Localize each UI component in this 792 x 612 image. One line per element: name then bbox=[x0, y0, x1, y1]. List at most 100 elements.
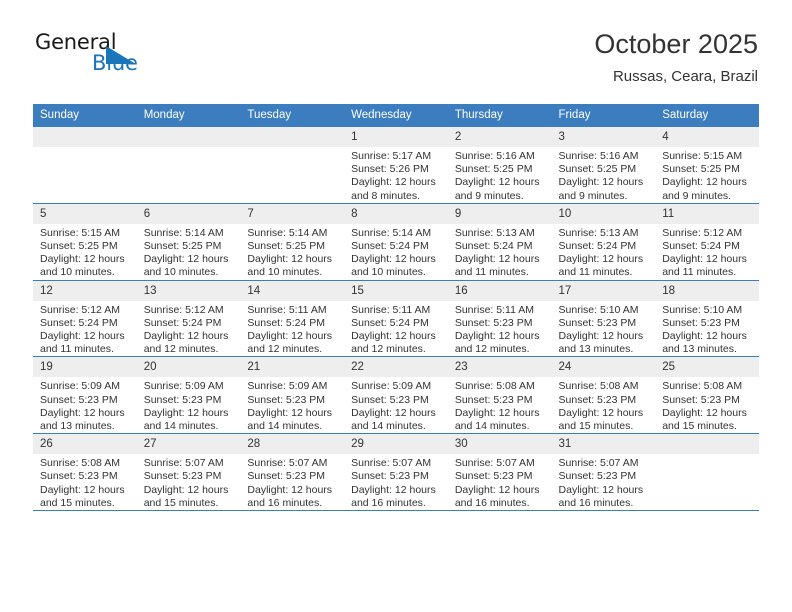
page-subtitle: Russas, Ceara, Brazil bbox=[612, 68, 758, 85]
calendar-day-cell-empty bbox=[33, 127, 137, 204]
day-sun-info: Sunrise: 5:14 AM Sunset: 5:25 PM Daylight:… bbox=[137, 224, 241, 280]
day-number: 7 bbox=[240, 203, 345, 224]
day-number: 14 bbox=[240, 280, 345, 301]
day-number: 9 bbox=[447, 203, 552, 224]
calendar-day-cell[interactable]: 29 Sunrise: 5:07 AM Sunset: 5:23 PM Dayligh… bbox=[344, 433, 448, 512]
calendar-day-cell[interactable]: 8 Sunrise: 5:14 AM Sunset: 5:24 PM Daylight… bbox=[344, 203, 448, 281]
sunset-time: Sunset: 5:23 PM bbox=[40, 393, 118, 406]
calendar-day-cell[interactable]: 11 Sunrise: 5:12 AM Sunset: 5:24 PM Dayligh… bbox=[655, 203, 759, 281]
calendar-body: 1 Sunrise: 5:17 AM Sunset: 5:26 PM Daylight… bbox=[33, 127, 759, 512]
calendar-day-cell[interactable]: 27 Sunrise: 5:07 AM Sunset: 5:23 PM Dayligh… bbox=[136, 433, 241, 512]
sunset-time: Sunset: 5:23 PM bbox=[662, 393, 740, 406]
calendar-day-cell[interactable]: 7 Sunrise: 5:14 AM Sunset: 5:25 PM Daylight… bbox=[240, 203, 345, 281]
page-title: October 2025 bbox=[594, 29, 758, 59]
calendar-day-cell[interactable]: 14 Sunrise: 5:11 AM Sunset: 5:24 PM Dayligh… bbox=[240, 280, 345, 358]
day-number: 19 bbox=[33, 357, 137, 378]
daylight-duration: Daylight: 12 hours and 11 minutes. bbox=[558, 253, 644, 279]
daylight-duration: Daylight: 12 hours and 11 minutes. bbox=[454, 253, 540, 279]
day-number: 29 bbox=[344, 434, 448, 455]
weekday-header-wednesday: Wednesday bbox=[344, 104, 448, 127]
sunset-time: Sunset: 5:24 PM bbox=[40, 316, 118, 329]
daylight-duration: Daylight: 12 hours and 13 minutes. bbox=[558, 330, 644, 356]
day-number: 16 bbox=[447, 280, 552, 301]
calendar-day-cell[interactable]: 23 Sunrise: 5:08 AM Sunset: 5:23 PM Dayligh… bbox=[447, 356, 552, 435]
day-sun-info: Sunrise: 5:14 AM Sunset: 5:24 PM Daylight:… bbox=[344, 224, 448, 280]
daylight-duration: Daylight: 12 hours and 10 minutes. bbox=[143, 253, 229, 279]
sunset-time: Sunset: 5:26 PM bbox=[351, 163, 429, 176]
day-sun-info: Sunrise: 5:08 AM Sunset: 5:23 PM Daylight:… bbox=[552, 377, 656, 433]
sunrise-time: Sunrise: 5:07 AM bbox=[558, 457, 639, 470]
day-sun-info: Sunrise: 5:09 AM Sunset: 5:23 PM Daylight:… bbox=[344, 377, 448, 433]
sunrise-time: Sunrise: 5:09 AM bbox=[40, 380, 120, 393]
logo-text-blue: Blue bbox=[92, 51, 138, 75]
daylight-duration: Daylight: 12 hours and 12 minutes. bbox=[454, 330, 540, 356]
calendar-day-cell[interactable]: 31 Sunrise: 5:07 AM Sunset: 5:23 PM Dayligh… bbox=[551, 433, 656, 512]
daylight-duration: Daylight: 12 hours and 15 minutes. bbox=[662, 406, 747, 433]
calendar-day-cell[interactable]: 1 Sunrise: 5:17 AM Sunset: 5:26 PM Daylight… bbox=[344, 127, 448, 204]
sunrise-time: Sunrise: 5:08 AM bbox=[40, 457, 120, 470]
calendar-day-cell[interactable]: 21 Sunrise: 5:09 AM Sunset: 5:23 PM Dayligh… bbox=[240, 356, 345, 435]
calendar-day-cell[interactable]: 6 Sunrise: 5:14 AM Sunset: 5:25 PM Daylight… bbox=[136, 203, 241, 281]
daylight-duration: Daylight: 12 hours and 9 minutes. bbox=[662, 176, 747, 202]
day-number: 27 bbox=[136, 434, 241, 455]
sunrise-sunset-calendar: Sunday Monday Tuesday Wednesday Thursday… bbox=[33, 104, 759, 512]
calendar-day-cell[interactable]: 30 Sunrise: 5:07 AM Sunset: 5:23 PM Dayligh… bbox=[447, 433, 552, 512]
calendar-day-cell[interactable]: 25 Sunrise: 5:08 AM Sunset: 5:23 PM Dayligh… bbox=[655, 356, 759, 435]
day-sun-info: Sunrise: 5:16 AM Sunset: 5:25 PM Daylight:… bbox=[552, 147, 656, 203]
calendar-day-cell[interactable]: 16 Sunrise: 5:11 AM Sunset: 5:23 PM Dayligh… bbox=[447, 280, 552, 358]
calendar-day-cell[interactable]: 22 Sunrise: 5:09 AM Sunset: 5:23 PM Dayligh… bbox=[344, 356, 448, 435]
daylight-duration: Daylight: 12 hours and 14 minutes. bbox=[143, 406, 229, 433]
weekday-header-tuesday: Tuesday bbox=[240, 104, 345, 127]
day-sun-info: Sunrise: 5:11 AM Sunset: 5:24 PM Daylight:… bbox=[344, 301, 448, 357]
day-sun-info: Sunrise: 5:10 AM Sunset: 5:23 PM Daylight:… bbox=[655, 301, 759, 357]
daylight-duration: Daylight: 12 hours and 8 minutes. bbox=[351, 176, 436, 202]
sunset-time: Sunset: 5:24 PM bbox=[351, 240, 429, 253]
calendar-day-cell[interactable]: 9 Sunrise: 5:13 AM Sunset: 5:24 PM Daylight… bbox=[447, 203, 552, 281]
calendar-day-cell[interactable]: 18 Sunrise: 5:10 AM Sunset: 5:23 PM Dayligh… bbox=[655, 280, 759, 358]
sunset-time: Sunset: 5:24 PM bbox=[558, 240, 637, 253]
calendar-day-cell[interactable]: 13 Sunrise: 5:12 AM Sunset: 5:24 PM Dayligh… bbox=[136, 280, 241, 358]
sunset-time: Sunset: 5:23 PM bbox=[40, 470, 118, 483]
day-number: 26 bbox=[33, 434, 137, 455]
sunrise-time: Sunrise: 5:09 AM bbox=[351, 380, 432, 393]
day-sun-info: Sunrise: 5:11 AM Sunset: 5:24 PM Daylight:… bbox=[240, 301, 344, 357]
calendar-day-cell[interactable]: 20 Sunrise: 5:09 AM Sunset: 5:23 PM Dayligh… bbox=[136, 356, 241, 435]
calendar-day-cell[interactable]: 15 Sunrise: 5:11 AM Sunset: 5:24 PM Dayligh… bbox=[344, 280, 448, 358]
title-block: October 2025 Russas, Ceara, Brazil bbox=[594, 28, 758, 86]
calendar-day-cell[interactable]: 10 Sunrise: 5:13 AM Sunset: 5:24 PM Dayligh… bbox=[551, 203, 656, 281]
sunset-time: Sunset: 5:23 PM bbox=[454, 470, 533, 483]
day-sun-info: Sunrise: 5:12 AM Sunset: 5:24 PM Daylight:… bbox=[137, 301, 241, 357]
calendar-day-cell[interactable]: 12 Sunrise: 5:12 AM Sunset: 5:24 PM Dayligh… bbox=[33, 280, 137, 358]
day-sun-info: Sunrise: 5:07 AM Sunset: 5:23 PM Daylight:… bbox=[137, 454, 241, 510]
daylight-duration: Daylight: 12 hours and 13 minutes. bbox=[40, 406, 125, 433]
sunrise-time: Sunrise: 5:17 AM bbox=[351, 150, 432, 162]
sunrise-time: Sunrise: 5:08 AM bbox=[454, 380, 535, 393]
sunrise-time: Sunrise: 5:12 AM bbox=[40, 303, 120, 316]
calendar-day-cell[interactable]: 19 Sunrise: 5:09 AM Sunset: 5:23 PM Dayligh… bbox=[33, 356, 137, 435]
general-blue-logo[interactable]: General Blue bbox=[33, 28, 233, 84]
sunset-time: Sunset: 5:24 PM bbox=[351, 316, 429, 329]
sunrise-time: Sunrise: 5:10 AM bbox=[662, 303, 743, 316]
sunset-time: Sunset: 5:23 PM bbox=[247, 393, 326, 406]
day-sun-info: Sunrise: 5:15 AM Sunset: 5:25 PM Daylight:… bbox=[655, 147, 759, 203]
day-sun-info: Sunrise: 5:12 AM Sunset: 5:24 PM Daylight:… bbox=[33, 301, 137, 357]
calendar-day-cell[interactable]: 5 Sunrise: 5:15 AM Sunset: 5:25 PM Daylight… bbox=[33, 203, 137, 281]
calendar-day-cell[interactable]: 26 Sunrise: 5:08 AM Sunset: 5:23 PM Dayligh… bbox=[33, 433, 137, 512]
calendar-day-cell[interactable]: 2 Sunrise: 5:16 AM Sunset: 5:25 PM Daylight… bbox=[447, 127, 552, 204]
sunset-time: Sunset: 5:24 PM bbox=[454, 240, 533, 253]
day-sun-info: Sunrise: 5:08 AM Sunset: 5:23 PM Daylight:… bbox=[655, 377, 759, 433]
day-number: 5 bbox=[33, 203, 137, 224]
sunrise-time: Sunrise: 5:08 AM bbox=[662, 380, 743, 393]
daylight-duration: Daylight: 12 hours and 15 minutes. bbox=[40, 483, 125, 509]
day-number: 28 bbox=[240, 434, 345, 455]
calendar-day-cell[interactable]: 4 Sunrise: 5:15 AM Sunset: 5:25 PM Daylight… bbox=[655, 127, 759, 204]
calendar-day-cell[interactable]: 17 Sunrise: 5:10 AM Sunset: 5:23 PM Dayligh… bbox=[551, 280, 656, 358]
calendar-day-cell[interactable]: 24 Sunrise: 5:08 AM Sunset: 5:23 PM Dayligh… bbox=[551, 356, 656, 435]
sunset-time: Sunset: 5:23 PM bbox=[351, 470, 429, 483]
calendar-day-cell[interactable]: 3 Sunrise: 5:16 AM Sunset: 5:25 PM Daylight… bbox=[551, 127, 656, 204]
sunset-time: Sunset: 5:25 PM bbox=[558, 163, 637, 176]
daylight-duration: Daylight: 12 hours and 15 minutes. bbox=[143, 483, 229, 509]
sunrise-time: Sunrise: 5:08 AM bbox=[558, 380, 639, 393]
calendar-day-cell[interactable]: 28 Sunrise: 5:07 AM Sunset: 5:23 PM Dayligh… bbox=[240, 433, 345, 512]
daylight-duration: Daylight: 12 hours and 14 minutes. bbox=[247, 406, 333, 433]
